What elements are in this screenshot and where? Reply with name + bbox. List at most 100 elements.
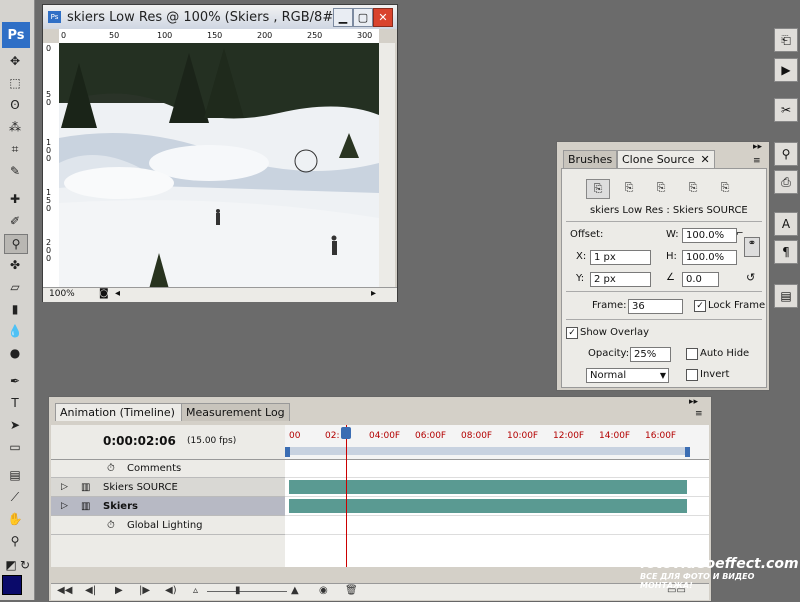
next-frame-icon[interactable]: |▶ — [139, 585, 150, 596]
hand-icon[interactable]: ✋ — [4, 510, 26, 528]
width-field[interactable]: 100.0% — [682, 228, 737, 243]
height-field[interactable]: 100.0% — [682, 250, 737, 265]
layer-row-skiers[interactable]: ▷ ▥ Skiers — [51, 497, 285, 516]
previous-frame-icon[interactable]: ◀| — [85, 585, 96, 596]
tab-animation-timeline[interactable]: Animation (Timeline)✕ — [55, 403, 196, 421]
image-canvas[interactable] — [59, 43, 379, 289]
first-frame-icon[interactable]: ◀◀ — [57, 585, 72, 596]
gradient-icon[interactable]: ▮ — [4, 300, 26, 318]
type-icon[interactable]: T — [4, 394, 26, 412]
layer-duration-bar[interactable] — [289, 499, 687, 513]
lasso-icon[interactable]: ʘ — [4, 96, 26, 114]
blend-mode-select[interactable]: Normal ▼ — [586, 368, 669, 383]
layer-duration-bar[interactable] — [289, 480, 687, 494]
actions-icon[interactable]: ▶ — [774, 58, 798, 82]
current-time[interactable]: 0:00:02:06 — [103, 434, 176, 448]
clone-source-5-icon[interactable]: ⎘ — [714, 179, 736, 197]
notes-icon[interactable]: ▤ — [4, 466, 26, 484]
auto-hide-checkbox[interactable] — [686, 348, 698, 360]
y-offset-field[interactable]: 2 px — [590, 272, 651, 287]
playhead[interactable] — [346, 425, 347, 567]
magic-wand-icon[interactable]: ⁂ — [4, 118, 26, 136]
character-icon[interactable]: A — [774, 212, 798, 236]
tools-preset-icon[interactable]: ✂ — [774, 98, 798, 122]
zoom-out-icon[interactable]: ▵ — [193, 585, 198, 596]
layer-row-skiers-source[interactable]: ▷ ▥ Skiers SOURCE — [51, 478, 285, 497]
link-icon[interactable]: ⚭ — [744, 237, 760, 257]
zoom-slider-thumb[interactable]: ▮ — [235, 585, 241, 596]
healing-brush-icon[interactable]: ✚ — [4, 190, 26, 208]
onion-skin-icon[interactable]: ◉ — [319, 585, 328, 596]
image-window-titlebar[interactable]: Ps skiers Low Res @ 100% (Skiers , RGB/8… — [43, 5, 397, 29]
foreground-color-swatch[interactable] — [2, 575, 22, 595]
zoom-in-icon[interactable]: ▲ — [291, 585, 299, 596]
tab-measurement-log[interactable]: Measurement Log — [181, 403, 290, 421]
rectangle-icon[interactable]: ▭ — [4, 438, 26, 456]
audio-icon[interactable]: ◀) — [165, 585, 177, 596]
clone-source-active-icon[interactable]: ⎙ — [774, 170, 798, 194]
dodge-icon[interactable]: ● — [4, 344, 26, 362]
clone-source-2-icon[interactable]: ⎘ — [618, 179, 640, 197]
move-icon[interactable]: ✥ — [4, 52, 26, 70]
pen-icon[interactable]: ✒ — [4, 372, 26, 390]
scroll-left-icon[interactable]: ◂ — [115, 288, 120, 299]
path-selection-icon[interactable]: ➤ — [4, 416, 26, 434]
zoom-level[interactable]: 100% — [49, 289, 75, 299]
clone-source-1-icon[interactable]: ⎘ — [586, 179, 610, 199]
stopwatch-icon[interactable]: ⏱ — [107, 520, 115, 531]
close-button[interactable]: ✕ — [373, 8, 393, 27]
layer-row-comments[interactable]: ⏱ Comments — [51, 459, 285, 478]
skiers-track[interactable] — [285, 497, 709, 516]
comments-track[interactable] — [285, 459, 709, 478]
panel-menu-icon[interactable]: ≡ — [753, 156, 761, 166]
skiers-source-track[interactable] — [285, 478, 709, 497]
tab-close-icon[interactable]: ✕ — [700, 153, 709, 166]
layer-row-global-lighting[interactable]: ⏱ Global Lighting — [51, 516, 285, 535]
maximize-button[interactable]: ▢ — [353, 8, 373, 27]
swap-colors-icon[interactable]: ↻ — [14, 556, 36, 574]
layer-comps-icon[interactable]: ▤ — [774, 284, 798, 308]
panel-menu-icon[interactable]: ≡ — [695, 409, 703, 419]
delete-icon[interactable]: 🗑 — [345, 585, 358, 596]
eraser-icon[interactable]: ▱ — [4, 278, 26, 296]
play-icon[interactable]: ▶ — [115, 585, 123, 596]
history-icon[interactable]: ⎗ — [774, 28, 798, 52]
work-area-bar[interactable] — [287, 447, 687, 455]
brush-icon[interactable]: ✐ — [4, 212, 26, 230]
angle-field[interactable]: 0.0 — [682, 272, 719, 287]
clone-source-3-icon[interactable]: ⎘ — [650, 179, 672, 197]
playhead-handle[interactable] — [341, 427, 351, 439]
zoom-slider[interactable] — [207, 591, 287, 592]
paragraph-icon[interactable]: ¶ — [774, 240, 798, 264]
scroll-right-icon[interactable]: ▸ — [371, 288, 376, 299]
tab-brushes[interactable]: Brushes — [563, 150, 618, 168]
blur-icon[interactable]: 💧 — [4, 322, 26, 340]
opacity-field[interactable]: 25% — [630, 347, 671, 362]
global-lighting-track[interactable] — [285, 516, 709, 535]
work-area-start-handle[interactable] — [285, 447, 290, 457]
history-brush-icon[interactable]: ✤ — [4, 256, 26, 274]
reset-transform-icon[interactable]: ↺ — [746, 271, 755, 284]
lock-frame-checkbox[interactable]: ✓ — [694, 300, 706, 312]
eyedropper-icon[interactable]: ⟋ — [4, 488, 26, 506]
clone-stamp-icon[interactable]: ⚲ — [4, 234, 28, 254]
slice-icon[interactable]: ✎ — [4, 162, 26, 180]
vertical-scrollbar[interactable] — [379, 43, 395, 289]
marquee-icon[interactable]: ⬚ — [4, 74, 26, 92]
frame-field[interactable]: 36 — [628, 299, 683, 314]
clone-source-4-icon[interactable]: ⎘ — [682, 179, 704, 197]
crop-icon[interactable]: ⌗ — [4, 140, 26, 158]
clone-source-icon[interactable]: ⚲ — [774, 142, 798, 166]
status-menu-icon[interactable]: ◙ — [99, 288, 109, 299]
expand-triangle-icon[interactable]: ▷ — [61, 482, 68, 492]
collapse-icon[interactable]: ▸▸ — [689, 397, 698, 407]
zoom-icon[interactable]: ⚲ — [4, 532, 26, 550]
minimize-button[interactable]: ▁ — [333, 8, 353, 27]
expand-triangle-icon[interactable]: ▷ — [61, 501, 68, 511]
collapse-icon[interactable]: ▸▸ — [753, 142, 762, 152]
x-offset-field[interactable]: 1 px — [590, 250, 651, 265]
work-area-end-handle[interactable] — [685, 447, 690, 457]
invert-checkbox[interactable] — [686, 369, 698, 381]
timeline-area[interactable]: 00 02: 04:00F 06:00F 08:00F 10:00F 12:00… — [285, 425, 709, 567]
tab-clone-source[interactable]: Clone Source ✕ — [617, 150, 715, 168]
